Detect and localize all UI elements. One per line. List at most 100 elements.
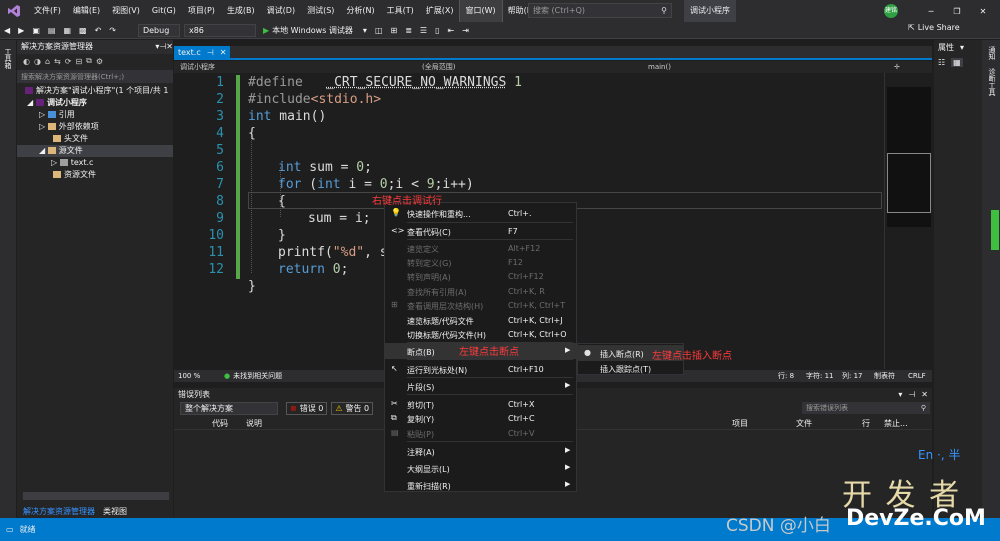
menu-item-outlining[interactable]: 大纲显示(L) ▶ <box>385 460 576 476</box>
ime-indicator[interactable]: En ·, 半 <box>918 446 960 463</box>
menu-git[interactable]: Git(G) <box>146 0 182 22</box>
menu-analyze[interactable]: 分析(N) <box>340 0 380 22</box>
close-icon[interactable]: ✕ <box>220 48 227 57</box>
menu-tools[interactable]: 工具(T) <box>381 0 420 22</box>
scope-dropdown[interactable]: 整个解决方案 <box>180 401 278 415</box>
solution-hscroll[interactable] <box>23 492 169 500</box>
tree-item-source[interactable]: ◢ 源文件 <box>17 145 173 157</box>
run-button[interactable]: 本地 Windows 调试器 <box>272 25 353 36</box>
forward-icon[interactable]: ▶ <box>14 26 28 35</box>
close-icon[interactable]: ✕ <box>166 40 173 54</box>
toolbar-action-icon[interactable]: ▾ <box>359 26 371 35</box>
live-share-button[interactable]: ⇱ Live Share <box>908 23 960 32</box>
menu-edit[interactable]: 编辑(E) <box>67 0 106 22</box>
errors-filter[interactable]: ⊗ 错误 0 <box>286 401 328 415</box>
notifications-tab[interactable]: 通知 <box>987 46 997 60</box>
sync-icon[interactable]: ⇆ <box>54 57 61 66</box>
toolbar-action-icon[interactable]: ≣ <box>401 26 416 35</box>
sort-icon[interactable]: ☷ <box>938 58 945 67</box>
solution-search-input[interactable]: 搜索解决方案资源管理器(Ctrl+;) <box>21 72 173 82</box>
tree-item-resources[interactable]: 资源文件 <box>17 169 173 181</box>
menu-view[interactable]: 视图(V) <box>106 0 146 22</box>
menu-project[interactable]: 项目(P) <box>182 0 221 22</box>
search-box[interactable]: 搜索 (Ctrl+Q) ⚲ <box>528 3 672 18</box>
menu-item-rescan[interactable]: 重新扫描(R) ▶ <box>385 477 576 493</box>
menu-item-call-hierarchy[interactable]: ⊞ 查看调用层次结构(H) Ctrl+K, Ctrl+T <box>385 297 576 313</box>
warnings-filter[interactable]: ⚠ 警告 0 <box>331 401 374 415</box>
save-all-icon[interactable]: ▩ <box>75 26 91 35</box>
avatar[interactable]: 建铭 <box>884 4 898 18</box>
editor-vscroll[interactable] <box>884 73 932 369</box>
show-all-icon[interactable]: ⧉ <box>86 56 92 66</box>
pin-icon[interactable]: ⊣ <box>159 40 166 54</box>
tree-item-project[interactable]: ◢ 调试小程序 <box>17 97 173 109</box>
tree-item-text-c[interactable]: ▷ text.c <box>17 157 173 169</box>
menu-item-quick-actions[interactable]: 💡 快速操作和重构... Ctrl+. <box>385 205 576 221</box>
run-icon[interactable]: ▶ <box>260 26 272 35</box>
menu-item-run-to-cursor[interactable]: ↖ 运行到光标处(N) Ctrl+F10 <box>385 361 576 377</box>
no-issues-label[interactable]: 未找到相关问题 <box>233 371 282 381</box>
diagnostics-tab[interactable]: 诊断工具 <box>987 68 997 96</box>
home-icon[interactable]: ⌂ <box>45 57 50 66</box>
error-search[interactable]: 搜索错误列表 ⚲ <box>802 402 930 414</box>
column-file[interactable]: 文件 <box>796 418 812 429</box>
category-icon[interactable]: ▦ <box>951 57 963 67</box>
toolbar-action-icon[interactable]: ⇥ <box>458 26 473 35</box>
platform-dropdown[interactable]: x86 <box>183 23 256 37</box>
menu-extensions[interactable]: 扩展(X) <box>420 0 460 22</box>
back-icon[interactable]: ◀ <box>0 26 14 35</box>
tree-item-external[interactable]: ▷ 外部依赖项 <box>17 121 173 133</box>
split-icon[interactable]: ✛ <box>894 63 900 71</box>
dropdown-icon[interactable]: ▾ <box>960 43 964 52</box>
toolbar-action-icon[interactable]: ☰ <box>416 26 431 35</box>
new-project-icon[interactable]: ▣ <box>28 26 44 35</box>
menu-window[interactable]: 窗口(W) <box>458 0 503 23</box>
menu-item-toggle-header[interactable]: 切换标题/代码文件(H) Ctrl+K, Ctrl+O <box>385 326 576 342</box>
menu-test[interactable]: 测试(S) <box>301 0 340 22</box>
vs-logo-icon[interactable] <box>0 0 28 22</box>
close-icon[interactable]: ✕ <box>970 7 996 16</box>
close-icon[interactable]: ✕ <box>921 390 928 399</box>
redo-icon[interactable]: ↷ <box>105 26 120 35</box>
menu-item-snippets[interactable]: 片段(S) ▶ <box>385 378 576 394</box>
menu-build[interactable]: 生成(B) <box>221 0 261 22</box>
pos-tab[interactable]: 制表符 <box>874 371 895 381</box>
toolbox-tab[interactable]: 工具箱 <box>3 48 13 69</box>
forward-icon[interactable]: ◑ <box>34 57 41 66</box>
tab-solution-explorer[interactable]: 解决方案资源管理器 <box>17 506 101 517</box>
search-input[interactable]: 搜索 (Ctrl+Q) <box>533 5 661 16</box>
open-icon[interactable]: ▤ <box>44 26 60 35</box>
properties-icon[interactable]: ⚙ <box>96 57 103 66</box>
menu-item-goto-declaration[interactable]: 转到声明(A) Ctrl+F12 <box>385 268 576 284</box>
column-suppress[interactable]: 禁止... <box>884 418 908 429</box>
pin-icon[interactable]: ⊣ <box>207 48 214 57</box>
save-icon[interactable]: ▦ <box>59 26 75 35</box>
toolbar-action-icon[interactable]: ◫ <box>371 26 387 35</box>
menu-item-copy[interactable]: ⧉ 复制(Y) Ctrl+C <box>385 410 576 426</box>
pos-eol[interactable]: CRLF <box>908 372 926 380</box>
menu-debug[interactable]: 调试(D) <box>261 0 301 22</box>
maximize-icon[interactable]: ❐ <box>944 7 970 16</box>
error-search-input[interactable]: 搜索错误列表 <box>806 403 921 413</box>
config-dropdown[interactable]: Debug <box>137 23 180 37</box>
tree-item-references[interactable]: ▷ 引用 <box>17 109 173 121</box>
minimize-icon[interactable]: ─ <box>918 7 944 16</box>
dropdown-icon[interactable]: ▾ <box>898 390 902 399</box>
search-icon[interactable]: ⚲ <box>921 404 930 412</box>
column-project[interactable]: 项目 <box>732 418 748 429</box>
nav-scope-dropdown[interactable]: (全局范围) <box>418 62 644 72</box>
collapse-icon[interactable]: ⊟ <box>75 57 82 66</box>
search-icon[interactable]: ⚲ <box>661 6 671 15</box>
tree-item-solution[interactable]: 解决方案"调试小程序"(1 个项目/共 1 <box>17 85 173 97</box>
toolbar-action-icon[interactable]: ⇤ <box>443 26 458 35</box>
pin-icon[interactable]: ⊣ <box>908 390 915 399</box>
tab-text-c[interactable]: text.c ⊣ ✕ <box>174 46 231 58</box>
pending-icon[interactable]: ⟳ <box>65 57 72 66</box>
zoom-dropdown[interactable]: 100 % <box>174 372 224 380</box>
toolbar-action-icon[interactable]: ⊞ <box>387 26 402 35</box>
nav-project-dropdown[interactable]: 调试小程序 <box>174 62 418 72</box>
solution-search[interactable]: 搜索解决方案资源管理器(Ctrl+;) <box>17 70 173 83</box>
menu-item-paste[interactable]: ▤ 粘贴(P) Ctrl+V <box>385 425 576 441</box>
minimap[interactable] <box>887 87 931 227</box>
column-description[interactable]: 说明 <box>246 418 262 429</box>
